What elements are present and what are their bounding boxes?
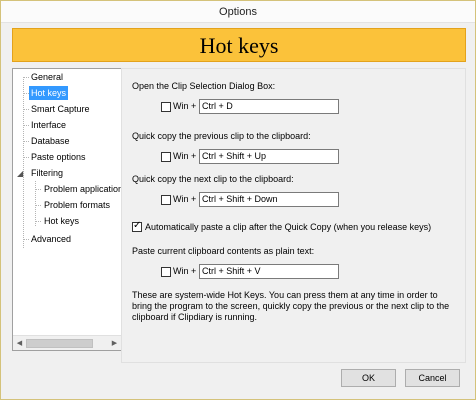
open-dialog-win-label: Win + — [173, 101, 197, 111]
plain-text-win-checkbox[interactable] — [161, 267, 171, 277]
window-title: Options — [219, 6, 257, 18]
sidebar-item-filtering[interactable]: Filtering — [29, 166, 65, 180]
page-banner: Hot keys — [12, 28, 466, 62]
tree-connector — [23, 77, 24, 248]
sidebar-item-problem-formats[interactable]: Problem formats — [42, 198, 112, 212]
open-dialog-win-checkbox[interactable] — [161, 102, 171, 112]
copy-previous-hotkey-field[interactable]: Ctrl + Shift + Up — [199, 149, 339, 164]
plain-text-label: Paste current clipboard contents as plai… — [132, 246, 315, 256]
collapse-icon[interactable]: ◢ — [17, 170, 25, 178]
cancel-button[interactable]: Cancel — [405, 369, 460, 387]
open-dialog-hotkey-field[interactable]: Ctrl + D — [199, 99, 339, 114]
title-bar[interactable]: Options — [1, 1, 475, 23]
sidebar-item-paste-options[interactable]: Paste options — [29, 150, 88, 164]
scroll-left-icon[interactable]: ◀ — [14, 338, 25, 349]
tree-connector — [35, 181, 36, 226]
tree-connector — [35, 205, 41, 206]
sidebar-item-filter-hot-keys[interactable]: Hot keys — [42, 214, 81, 228]
options-window: Options Hot keys General Hot keys Smart … — [0, 0, 476, 400]
tree-connector — [35, 221, 41, 222]
tree-connector — [35, 189, 41, 190]
copy-previous-label: Quick copy the previous clip to the clip… — [132, 131, 311, 141]
options-tree: General Hot keys Smart Capture Interface… — [12, 68, 122, 351]
copy-next-win-checkbox[interactable] — [161, 195, 171, 205]
copy-next-hotkey-field[interactable]: Ctrl + Shift + Down — [199, 192, 339, 207]
sidebar-item-problem-applications[interactable]: Problem applications — [42, 182, 121, 196]
scrollbar-thumb[interactable] — [26, 339, 93, 348]
copy-next-label: Quick copy the next clip to the clipboar… — [132, 174, 294, 184]
sidebar-item-hot-keys[interactable]: Hot keys — [29, 86, 69, 100]
open-dialog-label: Open the Clip Selection Dialog Box: — [132, 81, 276, 91]
scroll-right-icon[interactable]: ▶ — [109, 338, 120, 349]
copy-previous-win-checkbox[interactable] — [161, 152, 171, 162]
ok-button[interactable]: OK — [341, 369, 396, 387]
sidebar-item-smart-capture[interactable]: Smart Capture — [29, 102, 92, 116]
sidebar-item-database[interactable]: Database — [29, 134, 72, 148]
sidebar-item-general[interactable]: General — [29, 70, 65, 84]
copy-previous-win-label: Win + — [173, 151, 197, 161]
plain-text-win-label: Win + — [173, 266, 197, 276]
horizontal-scrollbar[interactable]: ◀ ▶ — [13, 335, 121, 350]
auto-paste-checkbox[interactable] — [132, 220, 142, 232]
copy-next-win-label: Win + — [173, 194, 197, 204]
sidebar-item-advanced[interactable]: Advanced — [29, 232, 73, 246]
hotkeys-note: These are system-wide Hot Keys. You can … — [132, 290, 450, 322]
sidebar-item-interface[interactable]: Interface — [29, 118, 68, 132]
page-title: Hot keys — [199, 33, 279, 58]
plain-text-hotkey-field[interactable]: Ctrl + Shift + V — [199, 264, 339, 279]
auto-paste-label: Automatically paste a clip after the Qui… — [145, 222, 432, 232]
